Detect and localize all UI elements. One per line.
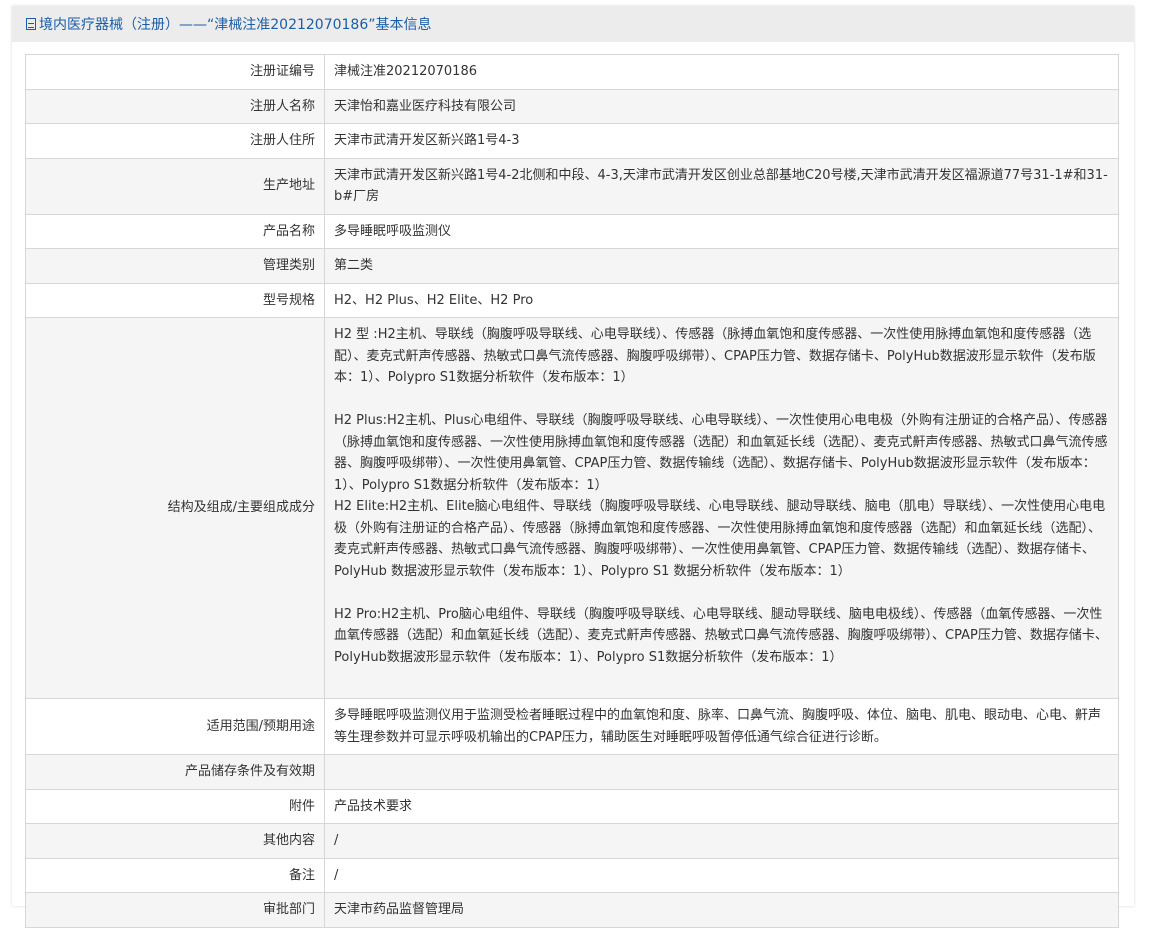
table-row: 生产地址 天津市武清开发区新兴路1号4-2北侧和中段、4-3,天津市武清开发区创业… — [25, 157, 1119, 215]
row-label: 管理类别 — [25, 248, 325, 284]
table-row: 型号规格 H2、H2 Plus、H2 Elite、H2 Pro — [25, 282, 1119, 318]
row-value: / — [324, 857, 1119, 893]
table-row: 备注 / — [25, 857, 1119, 893]
document-icon — [26, 18, 36, 30]
row-value: 天津市药品监督管理局 — [324, 892, 1119, 928]
row-label: 生产地址 — [25, 157, 325, 215]
row-label: 结构及组成/主要组成成分 — [25, 317, 325, 699]
row-value: 多导睡眠呼吸监测仪用于监测受检者睡眠过程中的血氧饱和度、脉率、口鼻气流、胸腹呼吸… — [324, 698, 1119, 755]
table-row: 产品储存条件及有效期 — [25, 754, 1119, 790]
info-table: 注册证编号 津械注准20212070186 注册人名称 天津怡和嘉业医疗科技有限公司注… — [25, 54, 1119, 928]
row-label: 注册人住所 — [25, 123, 325, 159]
row-value: 天津市武清开发区新兴路1号4-3 — [324, 123, 1119, 159]
row-label: 产品储存条件及有效期 — [25, 754, 325, 790]
row-value: H2 型 :H2主机、导联线（胸腹呼吸导联线、心电导联线）、传感器（脉搏血氧饱和… — [324, 317, 1119, 699]
table-row: 附件 产品技术要求 — [25, 788, 1119, 824]
table-row: 适用范围/预期用途 多导睡眠呼吸监测仪用于监测受检者睡眠过程中的血氧饱和度、脉率、… — [25, 698, 1119, 755]
row-value: 天津怡和嘉业医疗科技有限公司 — [324, 88, 1119, 124]
row-label: 适用范围/预期用途 — [25, 698, 325, 755]
row-value: 天津市武清开发区新兴路1号4-2北侧和中段、4-3,天津市武清开发区创业总部基地… — [324, 157, 1119, 215]
row-label: 产品名称 — [25, 213, 325, 249]
row-label: 审批部门 — [25, 892, 325, 928]
table-row: 其他内容 / — [25, 823, 1119, 859]
row-value: 产品技术要求 — [324, 788, 1119, 824]
row-label: 备注 — [25, 857, 325, 893]
row-label: 其他内容 — [25, 823, 325, 859]
row-value: H2、H2 Plus、H2 Elite、H2 Pro — [324, 282, 1119, 318]
table-row: 管理类别 第二类 — [25, 248, 1119, 284]
row-label: 注册证编号 — [25, 54, 325, 90]
row-label: 型号规格 — [25, 282, 325, 318]
table-row: 结构及组成/主要组成成分 H2 型 :H2主机、导联线（胸腹呼吸导联线、心电导联线… — [25, 317, 1119, 699]
panel-header: 境内医疗器械（注册）——“津械注准20212070186”基本信息 — [12, 6, 1134, 42]
row-value — [324, 754, 1119, 790]
table-row: 注册人名称 天津怡和嘉业医疗科技有限公司 — [25, 88, 1119, 124]
row-value: 津械注准20212070186 — [324, 54, 1119, 90]
row-value: / — [324, 823, 1119, 859]
row-value: 第二类 — [324, 248, 1119, 284]
table-row: 审批部门 天津市药品监督管理局 — [25, 892, 1119, 928]
table-row: 产品名称 多导睡眠呼吸监测仪 — [25, 213, 1119, 249]
row-label: 附件 — [25, 788, 325, 824]
row-value: 多导睡眠呼吸监测仪 — [324, 213, 1119, 249]
row-label: 注册人名称 — [25, 88, 325, 124]
detail-panel: 境内医疗器械（注册）——“津械注准20212070186”基本信息 注册证编号津… — [12, 6, 1134, 928]
panel-title: 境内医疗器械（注册）——“津械注准20212070186”基本信息 — [39, 17, 432, 33]
table-row: 注册人住所 天津市武清开发区新兴路1号4-3 — [25, 123, 1119, 159]
table-row: 注册证编号 津械注准20212070186 — [25, 54, 1119, 90]
